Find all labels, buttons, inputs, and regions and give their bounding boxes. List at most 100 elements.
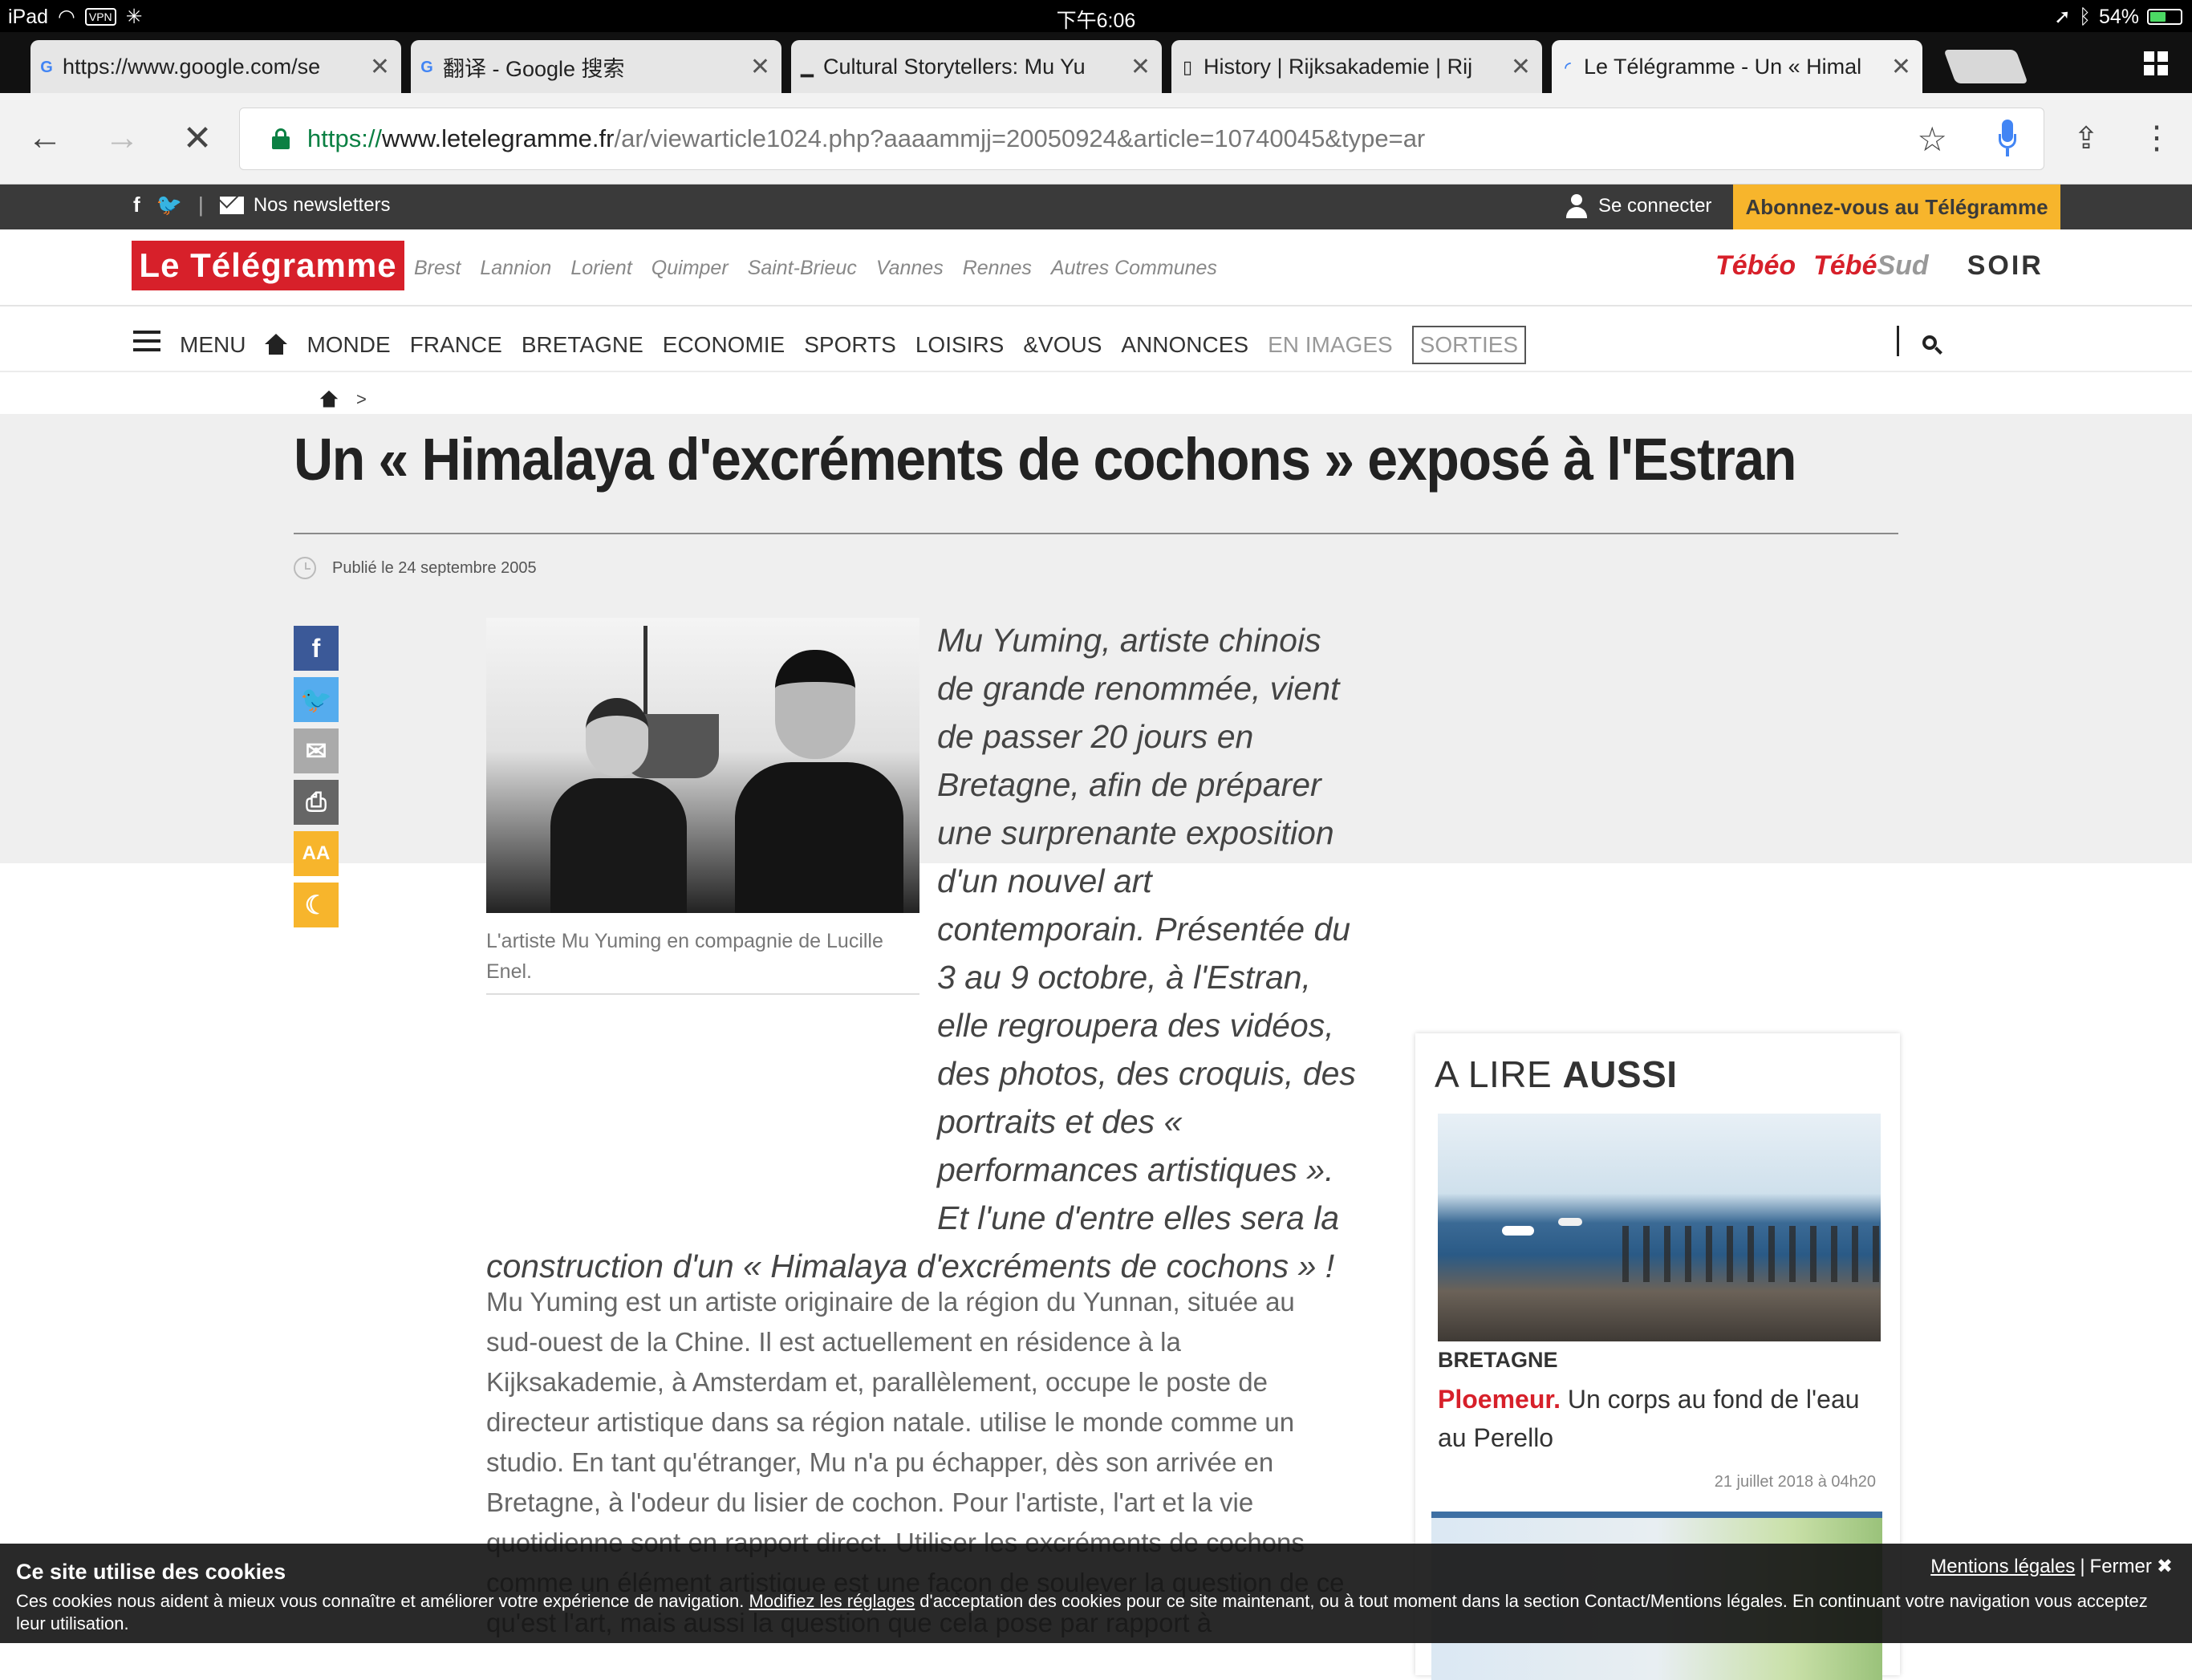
related-article-image[interactable] [1438, 1114, 1881, 1341]
site-logo[interactable]: Le Télégramme [132, 241, 404, 290]
nav-item-en-images[interactable]: EN IMAGES [1268, 332, 1393, 358]
share-email-icon[interactable]: ✉ [294, 728, 339, 773]
cookie-settings-link[interactable]: Modifiez les réglages [749, 1591, 915, 1611]
city-link[interactable]: Saint-Brieuc [748, 257, 857, 280]
nav-item-sports[interactable]: SPORTS [804, 332, 896, 358]
nav-item-annonces[interactable]: ANNONCES [1121, 332, 1248, 358]
browser-tab-active[interactable]: ◜ Le Télégramme - Un « Himal ✕ [1552, 40, 1922, 93]
article-lead: Mu Yuming, artiste chinois de grande ren… [486, 616, 1361, 1290]
newsletters-link[interactable]: Nos newsletters [219, 193, 391, 217]
city-link[interactable]: Lorient [570, 257, 631, 280]
new-tab-button[interactable] [1943, 50, 2028, 83]
city-link[interactable]: Rennes [963, 257, 1032, 280]
home-icon[interactable] [265, 334, 288, 356]
tab-title: Cultural Storytellers: Mu Yu [823, 54, 1086, 79]
related-title: A LIRE AUSSI [1435, 1053, 1678, 1096]
main-navigation: MENU MONDE FRANCE BRETAGNE ECONOMIE SPOR… [0, 306, 2192, 372]
battery-percent: 54% [2098, 5, 2139, 28]
legal-notice-link[interactable]: Mentions légales [1930, 1556, 2075, 1578]
related-title-light: A LIRE [1435, 1053, 1563, 1095]
microphone-icon[interactable] [1995, 116, 2019, 160]
share-toolbar: f 🐦 ✉ ⎙ AA ☾ [294, 626, 339, 927]
nav-item-monde[interactable]: MONDE [306, 332, 390, 358]
tebesud-logo[interactable]: TébéSud [1813, 250, 1929, 282]
cookie-close-button[interactable]: Fermer [2090, 1556, 2152, 1578]
nav-item-sorties[interactable]: SORTIES [1411, 326, 1527, 364]
facebook-icon[interactable]: f [133, 193, 140, 217]
print-icon[interactable]: ⎙ [294, 780, 339, 825]
login-label: Se connecter [1598, 195, 1712, 217]
hamburger-menu-icon[interactable] [133, 331, 160, 351]
loading-spinner-icon: ◜ [1565, 59, 1571, 75]
browser-tab[interactable]: G https://www.google.com/se ✕ [30, 40, 401, 93]
cookie-banner: Ce site utilise des cookies Ces cookies … [0, 1544, 2192, 1643]
share-twitter-icon[interactable]: 🐦 [294, 677, 339, 722]
related-headline-link[interactable]: Ploemeur. Un corps au fond de l'eau au P… [1438, 1380, 1887, 1457]
search-icon[interactable] [1922, 335, 1943, 356]
city-link[interactable]: Brest [414, 257, 461, 280]
tab-switcher-icon[interactable] [2144, 51, 2168, 75]
google-g-icon: G [40, 58, 53, 76]
city-link[interactable]: Vannes [876, 257, 944, 280]
cookie-text-a: Ces cookies nous aident à mieux vous con… [16, 1591, 749, 1611]
browser-tab[interactable]: ▁ Cultural Storytellers: Mu Yu ✕ [791, 40, 1162, 93]
tebesud-logo-a: Tébé [1813, 250, 1877, 281]
login-link[interactable]: Se connecter [1565, 194, 1711, 218]
city-link[interactable]: Autres Communes [1051, 257, 1217, 280]
partner-logos: Tébéo TébéSud SOIR [1715, 250, 2044, 282]
close-tab-icon[interactable]: ✕ [370, 53, 390, 81]
close-icon[interactable]: ✖ [2157, 1555, 2173, 1578]
newsletters-label: Nos newsletters [253, 193, 391, 216]
back-arrow-icon[interactable]: ← [22, 116, 67, 160]
close-tab-icon[interactable]: ✕ [1131, 53, 1151, 81]
subscribe-button[interactable]: Abonnez-vous au Télégramme [1733, 185, 2060, 229]
ios-status-bar: iPad ◠ VPN ✳ 下午6:06 ➚ ᛒ 54% [0, 0, 2192, 32]
soir-logo[interactable]: SOIR [1967, 250, 2044, 282]
close-tab-icon[interactable]: ✕ [1891, 53, 1911, 81]
tab-title: Le Télégramme - Un « Himal [1584, 54, 1862, 79]
bookmark-star-icon[interactable]: ☆ [1917, 120, 1947, 159]
nav-item-economie[interactable]: ECONOMIE [663, 332, 785, 358]
tebeo-logo[interactable]: Tébéo [1715, 250, 1796, 282]
font-size-icon[interactable]: AA [294, 831, 339, 876]
tebesud-logo-b: Sud [1877, 250, 1929, 281]
envelope-icon [219, 196, 244, 214]
clock-icon [294, 557, 316, 579]
nav-item-loisirs[interactable]: LOISIRS [915, 332, 1004, 358]
cookie-separator: | [2080, 1555, 2085, 1577]
share-icon[interactable]: ⇪ [2064, 116, 2109, 160]
share-facebook-icon[interactable]: f [294, 626, 339, 671]
twitter-icon[interactable]: 🐦 [156, 193, 182, 217]
blank-page-icon: ▁ [801, 59, 814, 77]
nav-item-bretagne[interactable]: BRETAGNE [522, 332, 643, 358]
city-link[interactable]: Lannion [480, 257, 551, 280]
close-tab-icon[interactable]: ✕ [1511, 53, 1531, 81]
related-date: 21 juillet 2018 à 04h20 [1714, 1473, 1876, 1491]
city-links: Brest Lannion Lorient Quimper Saint-Brie… [414, 257, 1217, 280]
location-arrow-icon: ➚ [2053, 6, 2071, 28]
google-g-icon: G [420, 58, 433, 76]
cookie-text: Ces cookies nous aident à mieux vous con… [16, 1590, 2174, 1635]
divider [1897, 326, 1899, 356]
stop-loading-icon[interactable]: ✕ [175, 116, 220, 160]
clock-time: 下午6:06 [1056, 10, 1136, 32]
publish-date: Publié le 24 septembre 2005 [294, 557, 537, 579]
cookie-title: Ce site utilise des cookies [16, 1560, 286, 1584]
browser-toolbar: ← → ✕ https:// www.letelegramme.fr /ar/v… [0, 93, 2192, 185]
nav-item-france[interactable]: FRANCE [410, 332, 502, 358]
more-menu-icon[interactable]: ⋮ [2134, 116, 2179, 160]
city-link[interactable]: Quimper [652, 257, 729, 280]
breadcrumb: > [318, 388, 367, 411]
browser-tab[interactable]: ▯ History | Rijksakademie | Rij ✕ [1171, 40, 1542, 93]
home-icon[interactable] [319, 390, 339, 408]
browser-tab[interactable]: G 翻译 - Google 搜索 ✕ [411, 40, 781, 93]
night-mode-moon-icon[interactable]: ☾ [294, 883, 339, 927]
related-category: BRETAGNE [1438, 1348, 1558, 1372]
address-bar[interactable]: https:// www.letelegramme.fr /ar/viewart… [239, 108, 2044, 170]
site-utility-bar: f 🐦 | Nos newsletters Se connecter Abonn… [0, 185, 2192, 229]
close-tab-icon[interactable]: ✕ [750, 53, 770, 81]
nav-item-vous[interactable]: &VOUS [1023, 332, 1102, 358]
forward-arrow-icon[interactable]: → [99, 116, 144, 160]
menu-label[interactable]: MENU [180, 332, 246, 358]
bluetooth-icon: ᛒ [2078, 5, 2091, 28]
